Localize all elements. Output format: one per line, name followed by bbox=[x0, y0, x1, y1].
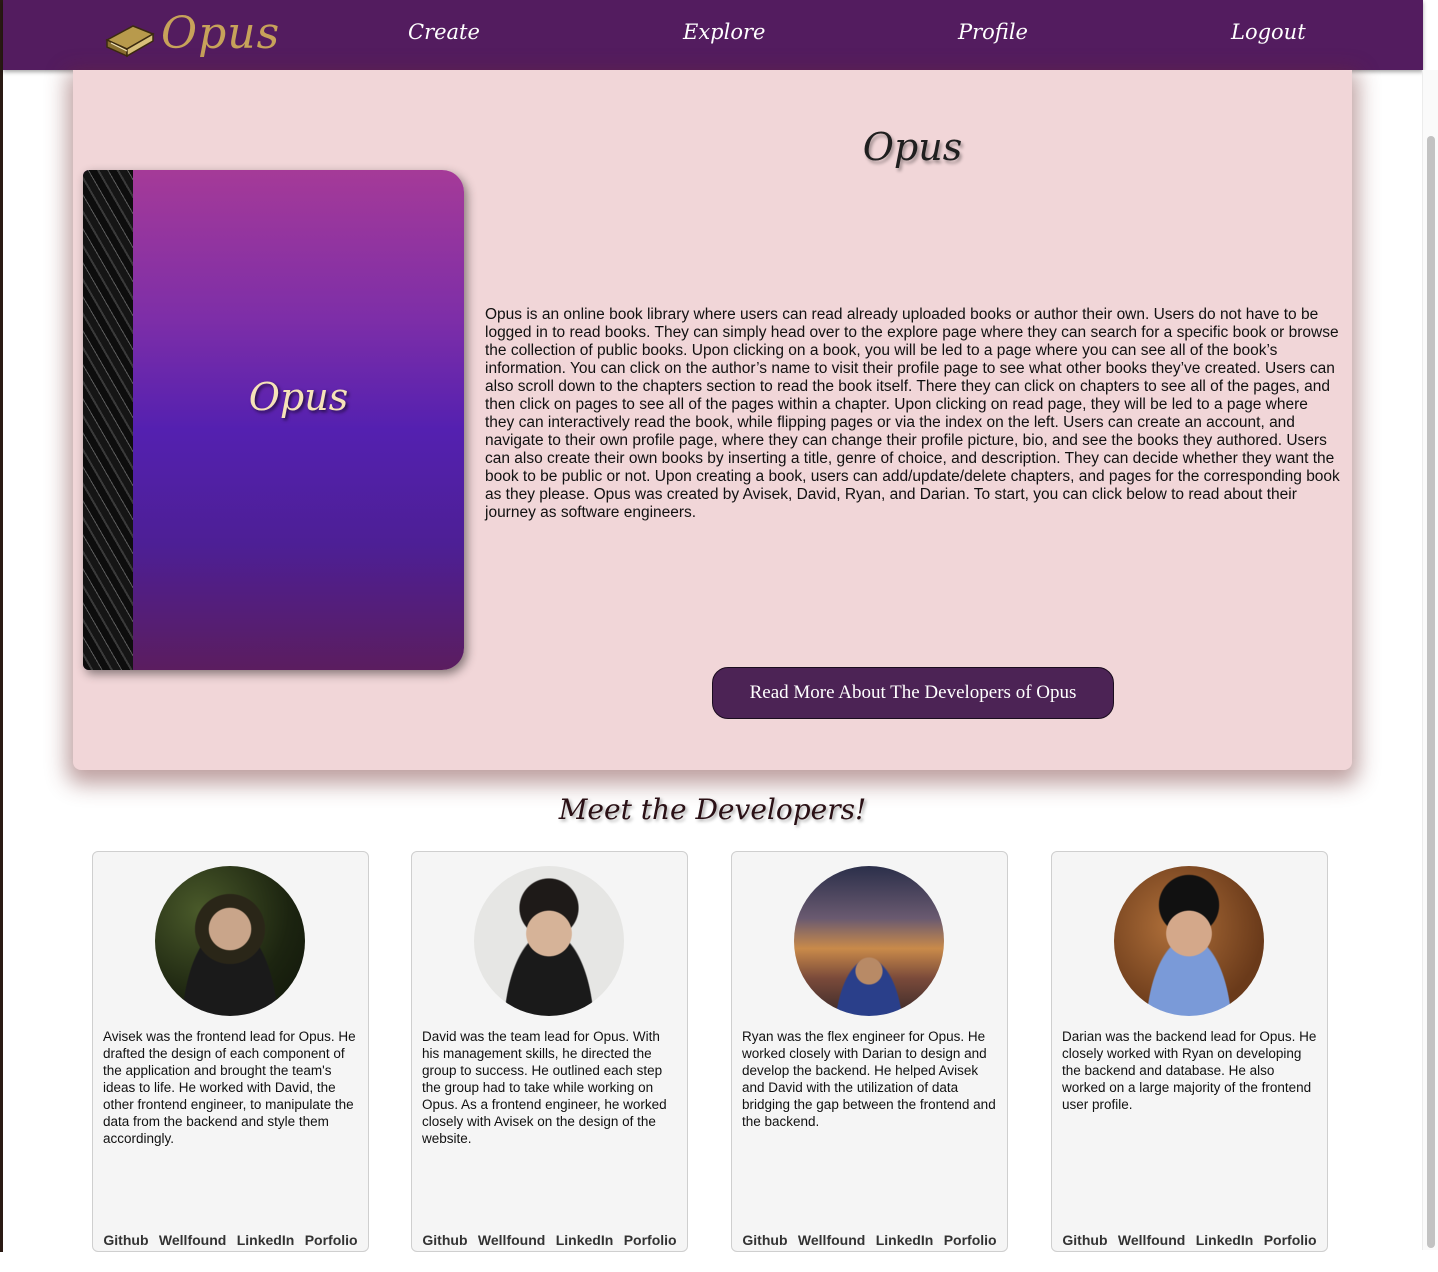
github-link[interactable]: Github bbox=[422, 1232, 467, 1248]
window-bottom bbox=[0, 1252, 1438, 1272]
developer-avatar bbox=[1114, 866, 1264, 1016]
developer-card: Ryan was the flex engineer for Opus. He … bbox=[731, 851, 1008, 1252]
developer-bio: Ryan was the flex engineer for Opus. He … bbox=[742, 1029, 996, 1129]
developer-links: Github Wellfound LinkedIn Porfolio bbox=[1052, 1232, 1327, 1248]
portfolio-link[interactable]: Porfolio bbox=[305, 1232, 358, 1248]
nav-logout[interactable]: Logout bbox=[1231, 20, 1306, 44]
linkedin-link[interactable]: LinkedIn bbox=[876, 1232, 934, 1248]
portfolio-link[interactable]: Porfolio bbox=[944, 1232, 997, 1248]
hero-card: Opus Opus Opus is an online book library… bbox=[73, 70, 1352, 770]
github-link[interactable]: Github bbox=[103, 1232, 148, 1248]
developer-avatar bbox=[155, 866, 305, 1016]
developer-bio: Darian was the backend lead for Opus. He… bbox=[1062, 1029, 1317, 1112]
hero-title: Opus bbox=[862, 125, 963, 169]
linkedin-link[interactable]: LinkedIn bbox=[237, 1232, 295, 1248]
book-cover: Opus bbox=[83, 170, 464, 670]
developer-card: Darian was the backend lead for Opus. He… bbox=[1051, 851, 1328, 1252]
book-spine bbox=[83, 170, 133, 670]
scrollbar-thumb[interactable] bbox=[1427, 136, 1435, 1248]
wellfound-link[interactable]: Wellfound bbox=[159, 1232, 226, 1248]
portfolio-link[interactable]: Porfolio bbox=[624, 1232, 677, 1248]
github-link[interactable]: Github bbox=[1062, 1232, 1107, 1248]
logo[interactable]: Opus bbox=[103, 8, 279, 64]
logo-text: Opus bbox=[161, 8, 281, 59]
window-edge bbox=[0, 0, 3, 1272]
developer-bio: Avisek was the frontend lead for Opus. H… bbox=[103, 1029, 356, 1146]
developer-avatar bbox=[794, 866, 944, 1016]
wellfound-link[interactable]: Wellfound bbox=[478, 1232, 545, 1248]
developer-card: Avisek was the frontend lead for Opus. H… bbox=[92, 851, 369, 1252]
portfolio-link[interactable]: Porfolio bbox=[1264, 1232, 1317, 1248]
github-link[interactable]: Github bbox=[742, 1232, 787, 1248]
linkedin-link[interactable]: LinkedIn bbox=[1196, 1232, 1254, 1248]
developer-card: David was the team lead for Opus. With h… bbox=[411, 851, 688, 1252]
book-logo-icon bbox=[105, 25, 155, 58]
developer-links: Github Wellfound LinkedIn Porfolio bbox=[93, 1232, 368, 1248]
meet-developers-title: Meet the Developers! bbox=[558, 793, 867, 826]
read-more-button[interactable]: Read More About The Developers of Opus bbox=[712, 667, 1114, 719]
linkedin-link[interactable]: LinkedIn bbox=[556, 1232, 614, 1248]
wellfound-link[interactable]: Wellfound bbox=[1118, 1232, 1185, 1248]
nav-explore[interactable]: Explore bbox=[683, 20, 765, 44]
nav-profile[interactable]: Profile bbox=[958, 20, 1028, 44]
nav-create[interactable]: Create bbox=[408, 20, 480, 44]
developer-bio: David was the team lead for Opus. With h… bbox=[422, 1029, 667, 1146]
navbar: Opus Create Explore Profile Logout bbox=[3, 0, 1423, 70]
developer-links: Github Wellfound LinkedIn Porfolio bbox=[412, 1232, 687, 1248]
book-cover-title: Opus bbox=[248, 375, 349, 419]
developer-links: Github Wellfound LinkedIn Porfolio bbox=[732, 1232, 1007, 1248]
developer-avatar bbox=[474, 866, 624, 1016]
wellfound-link[interactable]: Wellfound bbox=[798, 1232, 865, 1248]
hero-description: Opus is an online book library where use… bbox=[485, 306, 1340, 521]
